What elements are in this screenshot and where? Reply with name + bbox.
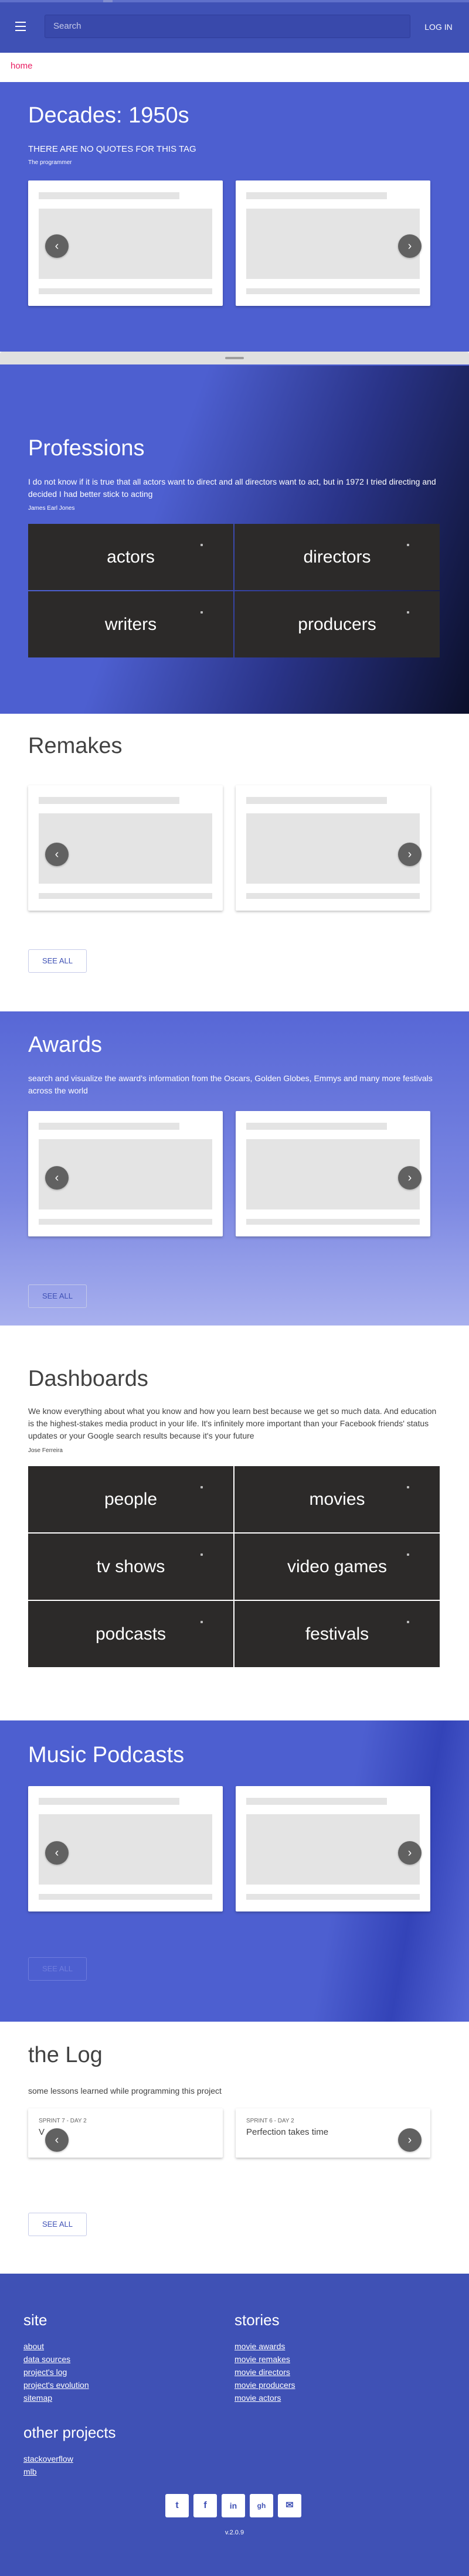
page-title: Decades: 1950s [28, 103, 189, 128]
footer-link[interactable]: about [23, 2342, 44, 2351]
log-card-kicker: SPRINT 7 - DAY 2 [39, 2118, 87, 2124]
remakes-section: Remakes ‹ › SEE ALL [0, 714, 469, 1011]
footer-link[interactable]: movie actors [235, 2393, 281, 2403]
awards-subtitle: search and visualize the award's informa… [28, 1074, 433, 1095]
tile-writers[interactable]: writers [28, 591, 233, 657]
footer-link[interactable]: movie directors [235, 2367, 290, 2377]
tile-label: tv shows [96, 1557, 165, 1576]
carousel-next-button[interactable]: › [398, 234, 422, 258]
decades-section: Decades: 1950s THERE ARE NO QUOTES FOR T… [0, 82, 469, 364]
tile-label: producers [298, 615, 376, 634]
footer-link[interactable]: sitemap [23, 2393, 52, 2403]
remakes-title: Remakes [28, 734, 123, 758]
tile-tv-shows[interactable]: tv shows [28, 1534, 233, 1600]
footer-link[interactable]: movie remakes [235, 2354, 290, 2364]
carousel-prev-button[interactable]: ‹ [45, 1166, 69, 1190]
log-card-title: V [39, 2127, 45, 2137]
dashboards-section: Dashboards We know everything about what… [0, 1326, 469, 1720]
log-title: the Log [28, 2043, 103, 2067]
professions-author: James Earl Jones [28, 505, 75, 512]
linkedin-icon[interactable]: in [222, 2494, 245, 2517]
footer-link[interactable]: movie producers [235, 2380, 295, 2390]
log-subtitle: some lessons learned while programming t… [28, 2086, 222, 2095]
tile-label: actors [107, 547, 155, 567]
top-app-bar: Search LOG IN [0, 0, 469, 53]
awards-title: Awards [28, 1033, 103, 1057]
footer-link[interactable]: project's log [23, 2367, 67, 2377]
log-card-kicker: SPRINT 6 - DAY 2 [246, 2118, 294, 2124]
carousel-prev-button[interactable]: ‹ [45, 2128, 69, 2152]
tile-label: podcasts [95, 1624, 166, 1644]
menu-icon[interactable] [12, 18, 29, 35]
footer-link[interactable]: data sources [23, 2354, 70, 2364]
decades-author: The programmer [28, 159, 72, 166]
dashboards-title: Dashboards [28, 1367, 148, 1391]
see-all-button[interactable]: SEE ALL [28, 949, 87, 973]
footer-link[interactable]: movie awards [235, 2342, 285, 2351]
login-button[interactable]: LOG IN [421, 19, 456, 35]
footer-other-heading: other projects [23, 2424, 116, 2441]
search-input[interactable]: Search [45, 15, 410, 38]
tile-label: writers [104, 615, 157, 634]
tile-label: festivals [305, 1624, 369, 1644]
professions-quote: I do not know if it is true that all act… [28, 477, 436, 499]
footer-link[interactable]: stackoverflow [23, 2454, 73, 2463]
carousel-prev-button[interactable]: ‹ [45, 234, 69, 258]
tile-movies[interactable]: movies [235, 1466, 440, 1532]
carousel-next-button[interactable]: › [398, 1841, 422, 1865]
tile-festivals[interactable]: festivals [235, 1601, 440, 1667]
facebook-icon[interactable]: f [193, 2494, 217, 2517]
professions-section: Professions I do not know if it is true … [0, 366, 469, 714]
music-podcasts-title: Music Podcasts [28, 1743, 185, 1767]
carousel-next-button[interactable]: › [398, 2128, 422, 2152]
dashboards-quote: We know everything about what you know a… [28, 1406, 437, 1440]
see-all-button[interactable]: SEE ALL [28, 2213, 87, 2236]
carousel-prev-button[interactable]: ‹ [45, 843, 69, 866]
tile-directors[interactable]: directors [235, 524, 440, 590]
footer-site-heading: site [23, 2311, 47, 2329]
footer-stories-heading: stories [235, 2311, 280, 2329]
tile-video-games[interactable]: video games [235, 1534, 440, 1600]
tile-label: movies [309, 1490, 365, 1509]
log-card-title: Perfection takes time [246, 2127, 329, 2137]
carousel-next-button[interactable]: › [398, 843, 422, 866]
decades-subtitle: THERE ARE NO QUOTES FOR THIS TAG [28, 144, 196, 154]
drag-handle-icon [225, 357, 244, 359]
tile-people[interactable]: people [28, 1466, 233, 1532]
tile-actors[interactable]: actors [28, 524, 233, 590]
breadcrumb-home-link[interactable]: home [11, 61, 33, 71]
footer-link[interactable]: project's evolution [23, 2380, 89, 2390]
carousel-prev-button[interactable]: ‹ [45, 1841, 69, 1865]
log-section: the Log some lessons learned while progr… [0, 2022, 469, 2274]
tile-label: directors [303, 547, 371, 567]
email-icon[interactable]: ✉ [278, 2494, 301, 2517]
music-podcasts-section: Music Podcasts ‹ › SEE ALL [0, 1720, 469, 2022]
dashboards-author: Jose Ferreira [28, 1447, 63, 1454]
loading-indicator [0, 0, 469, 2]
professions-title: Professions [28, 436, 145, 461]
carousel-next-button[interactable]: › [398, 1166, 422, 1190]
awards-section: Awards search and visualize the award's … [0, 1011, 469, 1326]
footer-link[interactable]: mlb [23, 2467, 37, 2476]
tile-producers[interactable]: producers [235, 591, 440, 657]
tile-podcasts[interactable]: podcasts [28, 1601, 233, 1667]
see-all-button[interactable]: SEE ALL [28, 1284, 87, 1308]
tile-label: people [104, 1490, 158, 1509]
version-label: v.2.0.9 [225, 2529, 244, 2536]
twitter-icon[interactable]: t [165, 2494, 189, 2517]
tile-label: video games [287, 1557, 388, 1576]
see-all-button[interactable]: SEE ALL [28, 1957, 87, 1981]
github-icon[interactable]: gh [250, 2494, 273, 2517]
breadcrumb-bar [0, 53, 469, 82]
